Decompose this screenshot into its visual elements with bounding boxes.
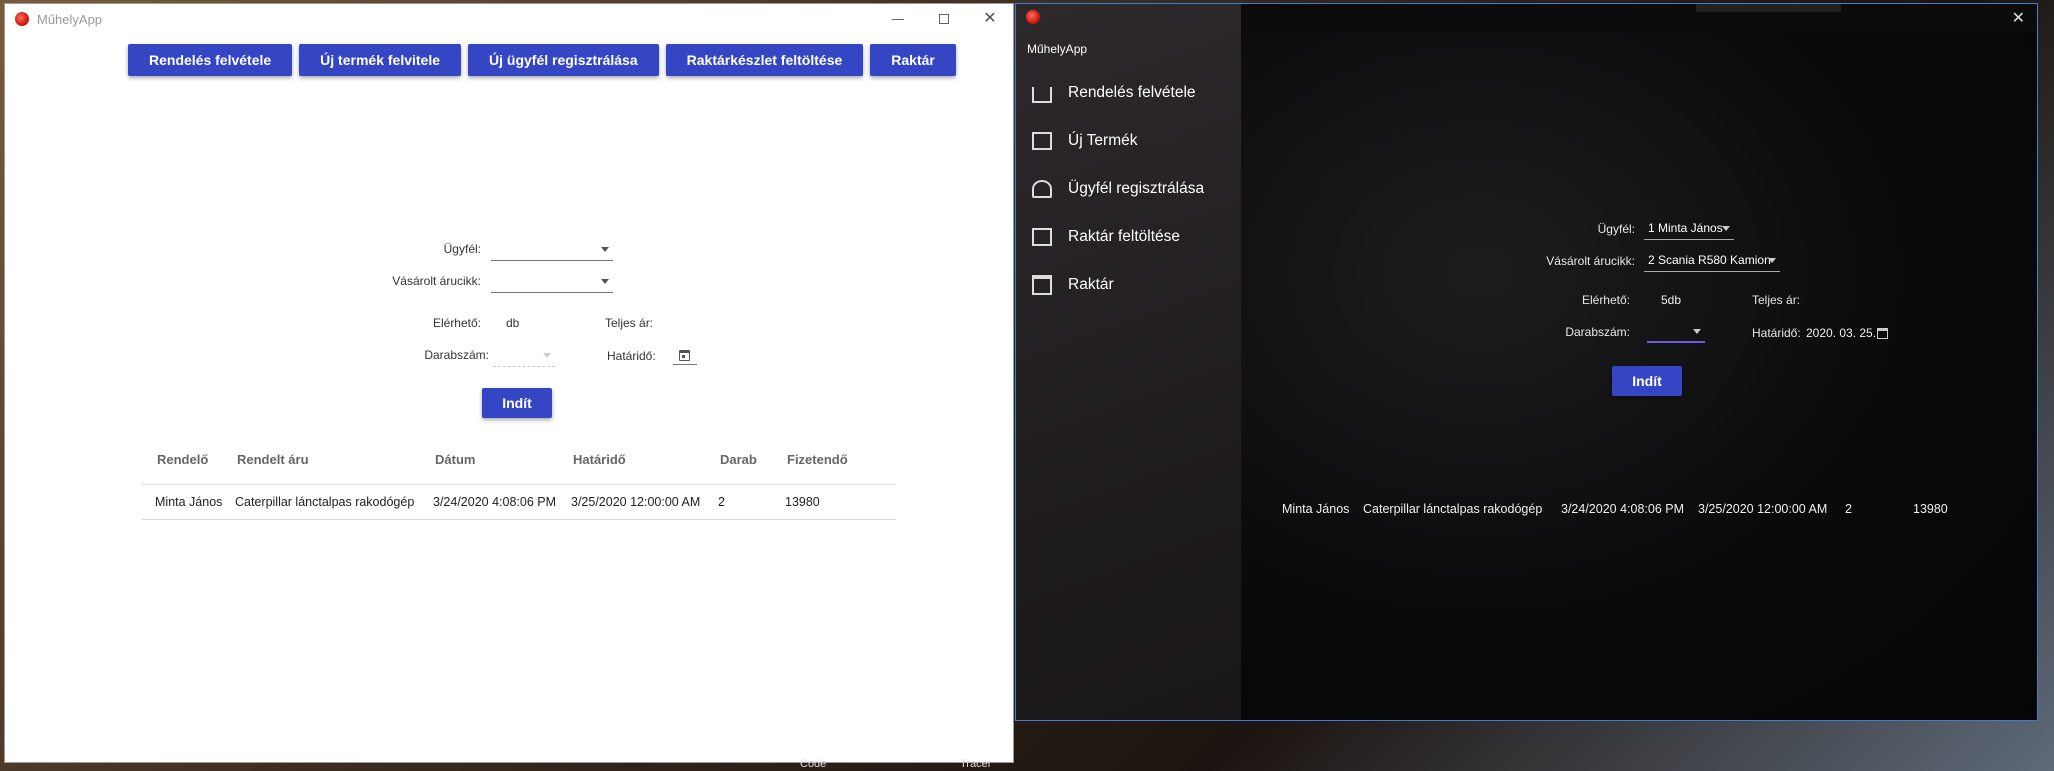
cell-datum: 3/24/2020 4:08:06 PM xyxy=(433,495,557,509)
column-header[interactable]: Határidő xyxy=(573,452,626,467)
elerheto-value: db xyxy=(506,316,520,330)
navigation-pane: MűhelyApp Rendelés felvétele Új Termék Ü… xyxy=(1016,4,1241,720)
arucikk-combobox[interactable] xyxy=(491,271,613,293)
store-icon xyxy=(1032,132,1052,150)
cell-rendelo: Minta János xyxy=(155,495,223,509)
menu-item-label: Raktár xyxy=(1068,276,1114,293)
table-row[interactable]: Minta János Caterpillar lánctalpas rakod… xyxy=(141,485,896,520)
right-app-window: MűhelyApp Rendelés felvétele Új Termék Ü… xyxy=(1015,3,2038,721)
menu-item-label: Raktár feltöltése xyxy=(1068,228,1180,245)
chevron-down-icon xyxy=(1693,329,1701,334)
menu-item-raktar-feltoltese[interactable]: Raktár feltöltése xyxy=(1016,217,1241,257)
menu-item-raktar[interactable]: Raktár xyxy=(1016,265,1241,305)
window-title: MűhelyApp xyxy=(37,11,103,27)
orders-table: Rendelő Rendelt áru Dátum Határidő Darab… xyxy=(141,444,896,520)
taskbar-label[interactable]: Tracer xyxy=(960,758,991,770)
chevron-down-icon xyxy=(1768,258,1776,263)
left-app-window: MűhelyApp ✕ Rendelés felvétele Új termék… xyxy=(4,3,1014,763)
app-name: MűhelyApp xyxy=(1027,42,1088,56)
hatarido-value[interactable]: 2020. 03. 25. xyxy=(1806,326,1876,340)
darabszam-label: Darabszám: xyxy=(424,348,489,362)
menu-item-ugyfel-regisztralasa[interactable]: Ügyfél regisztrálása xyxy=(1016,169,1241,209)
add-user-icon xyxy=(1032,180,1052,198)
cell-hatarido: 3/25/2020 12:00:00 AM xyxy=(571,495,701,509)
order-cell-datum: 3/24/2020 4:08:06 PM xyxy=(1561,502,1685,516)
order-cell-hatarido: 3/25/2020 12:00:00 AM xyxy=(1698,502,1828,516)
ugyfel-combobox-value: 1 Minta János xyxy=(1648,221,1723,235)
column-header[interactable]: Fizetendő xyxy=(787,452,848,467)
content-frame: Ügyfél: 1 Minta János Vásárolt árucikk: … xyxy=(1241,32,2037,720)
minimize-button[interactable] xyxy=(875,4,921,34)
maximize-icon xyxy=(939,14,949,24)
chevron-down-icon xyxy=(601,279,609,284)
app-logo-icon xyxy=(1026,10,1040,24)
table-header: Rendelő Rendelt áru Dátum Határidő Darab… xyxy=(141,444,896,485)
darabszam-label: Darabszám: xyxy=(1565,325,1630,339)
arucikk-combobox[interactable]: 2 Scania R580 Kamion xyxy=(1644,250,1780,272)
column-header[interactable]: Rendelt áru xyxy=(237,452,309,467)
arucikk-combobox-value: 2 Scania R580 Kamion xyxy=(1648,253,1771,267)
right-title-bar[interactable]: ✕ xyxy=(1241,4,2037,32)
calendar-icon[interactable] xyxy=(1877,328,1888,339)
maximize-button[interactable] xyxy=(921,4,967,34)
cell-rendelt-aru: Caterpillar lánctalpas rakodógép xyxy=(235,495,415,509)
left-title-bar[interactable]: MűhelyApp ✕ xyxy=(5,4,1013,34)
column-header[interactable]: Rendelő xyxy=(157,452,208,467)
cart-icon xyxy=(1032,86,1052,103)
hatarido-label: Határidő: xyxy=(607,349,656,363)
close-button[interactable]: ✕ xyxy=(967,4,1013,34)
nav-uj-ugyfel-button[interactable]: Új ügyfél regisztrálása xyxy=(468,44,659,76)
order-cell-rendelo: Minta János xyxy=(1282,502,1350,516)
order-cell-fizetendo: 13980 xyxy=(1913,502,1948,516)
elerheto-label: Elérhető: xyxy=(1581,293,1630,307)
ugyfel-combobox[interactable] xyxy=(491,239,613,261)
warehouse-icon xyxy=(1032,275,1052,295)
ugyfel-combobox[interactable]: 1 Minta János xyxy=(1644,218,1734,240)
nav-raktar-button[interactable]: Raktár xyxy=(870,44,956,76)
indit-button[interactable]: Indít xyxy=(482,388,552,418)
elerheto-label: Elérhető: xyxy=(432,316,481,330)
app-logo-icon xyxy=(15,12,29,26)
drag-handle[interactable] xyxy=(1696,4,1841,12)
menu-item-label: Új Termék xyxy=(1068,132,1138,149)
order-cell-darab: 2 xyxy=(1845,502,1852,516)
calendar-icon[interactable] xyxy=(679,350,690,361)
nav-raktarkeszlet-button[interactable]: Raktárkészlet feltöltése xyxy=(665,44,864,76)
cell-fizetendo: 13980 xyxy=(785,495,820,509)
teljes-ar-label: Teljes ár: xyxy=(1752,293,1801,307)
inventory-icon xyxy=(1032,228,1052,246)
arucikk-label: Vásárolt árucikk: xyxy=(392,274,481,288)
order-cell-rendelt-aru: Caterpillar lánctalpas rakodógép xyxy=(1363,502,1543,516)
menu-item-rendeles-felvetele[interactable]: Rendelés felvétele xyxy=(1016,73,1241,113)
menu-item-uj-termek[interactable]: Új Termék xyxy=(1016,121,1241,161)
minimize-icon xyxy=(892,18,904,20)
indit-button[interactable]: Indít xyxy=(1612,366,1682,396)
column-header[interactable]: Darab xyxy=(720,452,757,467)
darabszam-combobox[interactable] xyxy=(493,345,555,367)
menu-item-label: Rendelés felvétele xyxy=(1068,84,1196,101)
taskbar-label[interactable]: Code xyxy=(800,758,826,770)
hatarido-datepicker[interactable] xyxy=(673,364,697,365)
menu-item-label: Ügyfél regisztrálása xyxy=(1068,180,1205,197)
nav-rendeles-felvetele-button[interactable]: Rendelés felvétele xyxy=(128,44,293,76)
ugyfel-label: Ügyfél: xyxy=(443,242,481,256)
chevron-down-icon xyxy=(543,353,551,358)
cell-darab: 2 xyxy=(718,495,725,509)
teljes-ar-label: Teljes ár: xyxy=(605,316,654,330)
top-navigation: Rendelés felvétele Új termék felvitele Ú… xyxy=(128,44,956,76)
nav-uj-termek-button[interactable]: Új termék felvitele xyxy=(299,44,462,76)
arucikk-label: Vásárolt árucikk: xyxy=(1546,254,1635,268)
darabszam-combobox[interactable] xyxy=(1647,321,1705,343)
ugyfel-label: Ügyfél: xyxy=(1597,222,1635,236)
chevron-down-icon xyxy=(1722,226,1730,231)
column-header[interactable]: Dátum xyxy=(435,452,475,467)
hatarido-label: Határidő: xyxy=(1752,326,1801,340)
elerheto-value: 5db xyxy=(1661,293,1682,307)
close-icon[interactable]: ✕ xyxy=(2012,8,2025,28)
close-icon: ✕ xyxy=(983,10,997,27)
chevron-down-icon xyxy=(601,247,609,252)
